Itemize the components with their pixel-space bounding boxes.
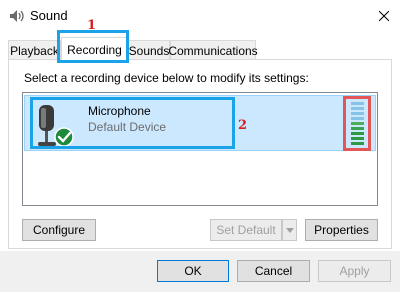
configure-button[interactable]: Configure	[22, 219, 96, 241]
speaker-icon	[9, 9, 25, 23]
window-title: Sound	[30, 8, 68, 23]
tab-sounds[interactable]: Sounds	[128, 40, 170, 60]
ok-button[interactable]: OK	[157, 260, 229, 282]
chevron-down-icon	[285, 227, 294, 233]
annotation-step-2: 2	[238, 118, 248, 133]
close-icon	[379, 11, 389, 21]
tab-communications[interactable]: Communications	[168, 40, 258, 60]
annotation-highlight-device	[30, 97, 235, 149]
set-default-dropdown[interactable]	[282, 219, 297, 241]
instructions-text: Select a recording device below to modif…	[24, 71, 309, 85]
annotation-highlight-level-meter	[343, 96, 371, 151]
tab-playback[interactable]: Playback	[8, 40, 61, 60]
annotation-step-1: 1	[87, 18, 97, 33]
annotation-highlight-recording-tab	[57, 30, 129, 63]
set-default-button[interactable]: Set Default	[210, 219, 282, 241]
cancel-button[interactable]: Cancel	[237, 260, 310, 282]
close-button[interactable]	[368, 0, 400, 32]
properties-button[interactable]: Properties	[305, 219, 378, 241]
apply-button[interactable]: Apply	[318, 260, 391, 282]
